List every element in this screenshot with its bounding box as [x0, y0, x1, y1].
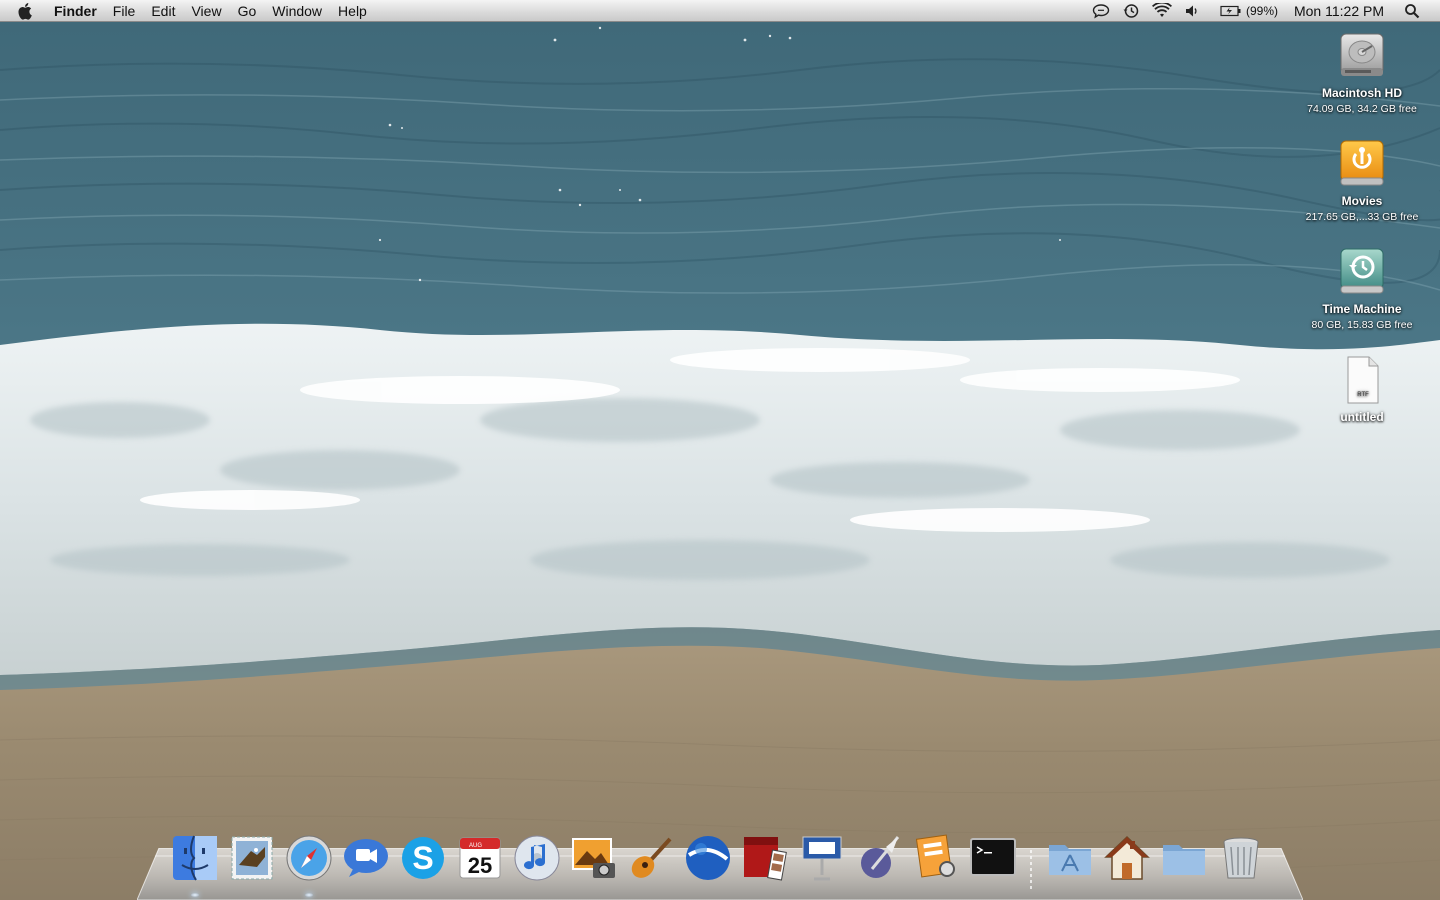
applications-folder-icon — [1048, 844, 1091, 875]
desktop-icon-name: Movies — [1341, 194, 1383, 208]
dock-script-editor[interactable] — [850, 829, 907, 886]
keynote-podium-icon — [802, 836, 841, 880]
svg-text:AUG: AUG — [469, 843, 482, 849]
dock-mail[interactable] — [223, 829, 280, 886]
dock-iphoto[interactable] — [565, 829, 622, 886]
menu-file[interactable]: File — [113, 3, 136, 19]
desktop-icon-name: Time Machine — [1322, 302, 1402, 316]
safari-compass-icon — [286, 835, 331, 880]
menu-clock[interactable]: Mon 11:22 PM — [1294, 3, 1384, 19]
menu-bar: Finder File Edit View Go Window Help (99… — [0, 0, 1440, 22]
dock-ical[interactable]: AUG 25 — [451, 829, 508, 886]
dock-documents-stack[interactable] — [1155, 829, 1212, 886]
menu-help[interactable]: Help — [338, 3, 367, 19]
terminal-icon — [969, 837, 1016, 876]
dock-terminal[interactable] — [964, 829, 1021, 886]
home-house-icon — [1103, 835, 1150, 880]
photo-booth-icon — [743, 836, 787, 881]
running-indicator — [304, 893, 313, 897]
dock-skype[interactable]: S — [394, 829, 451, 886]
dock-separator[interactable] — [1024, 846, 1038, 890]
garageband-guitar-icon — [631, 837, 671, 878]
beach-wallpaper-image — [0, 0, 1440, 900]
dock-garageband[interactable] — [622, 829, 679, 886]
script-editor-quill-icon — [860, 835, 899, 878]
google-earth-icon — [685, 835, 730, 880]
desktop-icon-name: untitled — [1340, 410, 1384, 424]
wifi-icon[interactable] — [1151, 2, 1172, 19]
svg-text:S: S — [412, 840, 433, 876]
menu-window[interactable]: Window — [272, 3, 322, 19]
running-indicator — [190, 893, 199, 897]
dock-ichat[interactable] — [337, 829, 394, 886]
dock-itunes[interactable] — [508, 829, 565, 886]
menu-view[interactable]: View — [191, 3, 221, 19]
iphoto-icon — [571, 837, 615, 878]
apple-logo-icon[interactable] — [18, 2, 36, 20]
desktop-icon-info: 80 GB, 15.83 GB free — [1311, 319, 1413, 331]
desktop-icon-info: 74.09 GB, 34.2 GB free — [1307, 103, 1417, 115]
finder-icon — [172, 835, 217, 881]
preview-icon — [915, 834, 955, 877]
dock-photo-booth[interactable] — [736, 829, 793, 886]
spotlight-search-icon[interactable] — [1404, 3, 1420, 19]
battery-icon[interactable]: (99%) — [1220, 4, 1278, 18]
desktop-icon-name: Macintosh HD — [1321, 86, 1402, 100]
ichat-icon — [343, 838, 388, 877]
menu-extras: (99%) Mon 11:22 PM — [1086, 0, 1440, 22]
menu-edit[interactable]: Edit — [151, 3, 175, 19]
trash-icon — [1223, 837, 1258, 878]
volume-icon[interactable] — [1184, 3, 1200, 19]
dock-preview[interactable] — [907, 829, 964, 886]
dock-google-earth[interactable] — [679, 829, 736, 886]
time-machine-icon[interactable] — [1122, 2, 1140, 20]
dock-home-stack[interactable] — [1098, 829, 1155, 886]
skype-icon: S — [401, 836, 444, 879]
rtf-document-icon: RTF — [1347, 356, 1379, 404]
svg-text:25: 25 — [467, 853, 491, 878]
dock-finder[interactable] — [166, 829, 223, 897]
mail-stamp-icon — [231, 836, 272, 879]
desktop-wallpaper — [0, 0, 1440, 900]
time-machine-drive-icon — [1340, 248, 1384, 294]
desktop-icon-macintosh-hd[interactable]: Macintosh HD 74.09 GB, 34.2 GB free — [1297, 30, 1427, 115]
dock-trash[interactable] — [1212, 829, 1269, 886]
itunes-icon — [514, 835, 559, 880]
hard-drive-icon — [1340, 33, 1384, 76]
dock-keynote[interactable] — [793, 829, 850, 886]
menu-app-finder[interactable]: Finder — [54, 3, 97, 19]
ichat-status-icon[interactable] — [1092, 3, 1110, 19]
svg-text:RTF: RTF — [1357, 392, 1369, 398]
desktop-icon-movies[interactable]: Movies 217.65 GB,...33 GB free — [1297, 138, 1427, 223]
dock-applications-stack[interactable] — [1041, 829, 1098, 886]
battery-percent: (99%) — [1245, 3, 1278, 18]
documents-folder-icon — [1162, 844, 1205, 875]
desktop-icon-time-machine[interactable]: Time Machine 80 GB, 15.83 GB free — [1297, 246, 1427, 331]
dock-safari[interactable] — [280, 829, 337, 897]
menu-go[interactable]: Go — [238, 3, 257, 19]
dock: S AUG 25 — [166, 826, 1269, 897]
desktop-icon-untitled[interactable]: RTF untitled — [1297, 354, 1427, 424]
ical-calendar-icon: AUG 25 — [459, 837, 500, 878]
desktop-icon-info: 217.65 GB,...33 GB free — [1305, 211, 1419, 223]
firewire-drive-icon — [1340, 140, 1384, 186]
